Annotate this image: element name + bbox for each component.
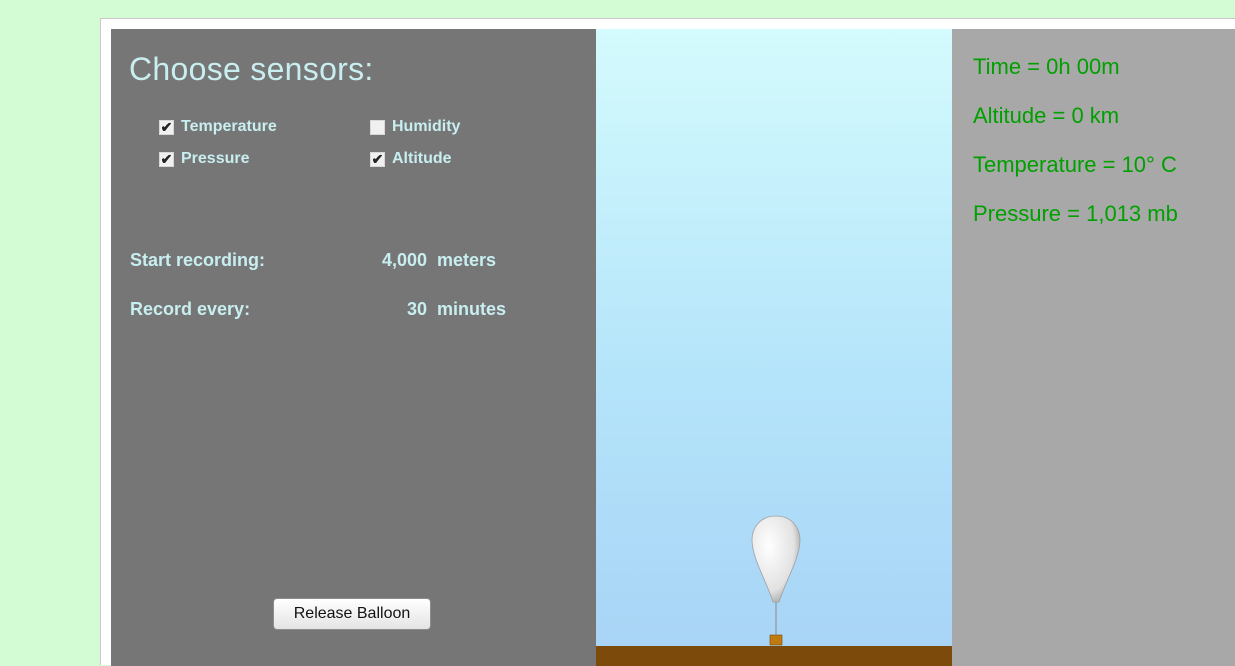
ground	[596, 646, 952, 666]
start-recording-label: Start recording:	[130, 250, 266, 270]
simulation-frame: Choose sensors: ✔ Temperature Humidity ✔…	[100, 18, 1235, 666]
checkbox-icon[interactable]: ✔	[159, 119, 174, 135]
sensor-label: Temperature	[181, 118, 277, 135]
balloon-simulation: Choose sensors: ✔ Temperature Humidity ✔…	[111, 29, 1235, 666]
checkbox-icon[interactable]	[370, 119, 385, 135]
sensor-control-panel: Choose sensors: ✔ Temperature Humidity ✔…	[111, 29, 596, 666]
release-balloon-button[interactable]: Release Balloon	[273, 598, 431, 630]
sensor-readout-panel: Time = 0h 00m Altitude = 0 km Temperatur…	[952, 29, 1235, 666]
record-every-label: Record every:	[130, 299, 251, 319]
checkbox-icon[interactable]: ✔	[159, 151, 174, 167]
pressure-readout: Pressure = 1,013 mb	[973, 201, 1178, 226]
temperature-readout: Temperature = 10° C	[973, 152, 1177, 177]
start-recording-value[interactable]: 4,000	[347, 250, 427, 271]
sensor-label: Altitude	[392, 150, 452, 167]
sensor-checkbox-humidity[interactable]: Humidity	[370, 118, 460, 136]
sky-view	[596, 29, 952, 666]
checkbox-icon[interactable]: ✔	[370, 151, 385, 167]
weather-balloon-icon	[751, 515, 801, 646]
panel-title: Choose sensors:	[129, 51, 374, 87]
start-recording-unit: meters	[437, 250, 497, 270]
record-every-value[interactable]: 30	[347, 299, 427, 320]
record-every-unit: minutes	[437, 299, 507, 319]
time-readout: Time = 0h 00m	[973, 54, 1120, 79]
sensor-checkbox-pressure[interactable]: ✔ Pressure	[159, 150, 250, 168]
altitude-readout: Altitude = 0 km	[973, 103, 1120, 128]
sensor-label: Humidity	[392, 118, 461, 135]
sensor-checkbox-temperature[interactable]: ✔ Temperature	[159, 118, 277, 136]
sensor-checkbox-altitude[interactable]: ✔ Altitude	[370, 150, 452, 168]
sensor-label: Pressure	[181, 150, 250, 167]
